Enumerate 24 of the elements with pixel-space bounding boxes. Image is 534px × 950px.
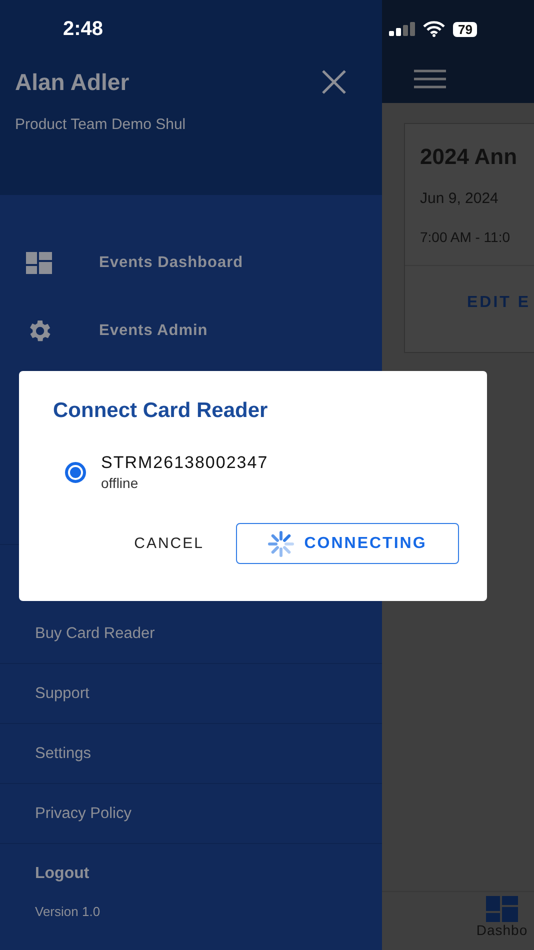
menu-link[interactable]: Privacy Policy [35, 804, 132, 822]
radio-button[interactable] [65, 462, 86, 482]
dialog-title: Connect Card Reader [53, 399, 269, 423]
menu-link[interactable]: Buy Card Reader [35, 624, 155, 642]
menu-icon[interactable] [414, 69, 446, 89]
connect-button[interactable]: CONNECTING [236, 523, 459, 564]
menu-link[interactable]: Support [35, 684, 90, 702]
dashboard-icon [25, 252, 53, 274]
spinner-icon [268, 530, 294, 556]
signal-icon [389, 22, 415, 36]
status-time: 2:48 [63, 18, 104, 40]
wifi-icon [423, 21, 445, 37]
organization-name: Product Team Demo Shul [15, 116, 187, 133]
battery-indicator: 79 [453, 22, 478, 36]
user-name: Alan Adler [15, 68, 130, 96]
reader-status: offline [101, 475, 140, 491]
nav-item[interactable]: Events Admin [99, 322, 208, 340]
nav-item[interactable]: Events Dashboard [99, 254, 244, 272]
logout-link[interactable]: Logout [35, 865, 90, 883]
close-icon[interactable] [321, 69, 347, 95]
menu-link[interactable]: Settings [35, 744, 92, 762]
cancel-button[interactable]: CANCEL [114, 525, 224, 562]
version-label: Version 1.0 [35, 904, 100, 919]
reader-name: STRM26138002347 [101, 453, 268, 473]
